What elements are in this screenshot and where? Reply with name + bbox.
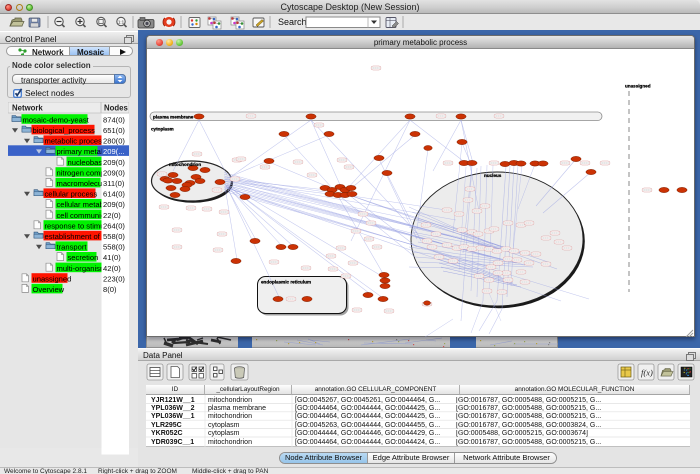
svg-text:cytoplasm: cytoplasm	[151, 127, 174, 132]
svg-text:secretion: secretion	[68, 253, 99, 262]
svg-text:Network: Network	[12, 104, 43, 113]
svg-text:874(0): 874(0)	[103, 115, 125, 124]
svg-text:1:1: 1:1	[118, 19, 125, 24]
svg-text:614(0): 614(0)	[103, 190, 125, 199]
svg-text:endoplasmic reticulum: endoplasmic reticulum	[261, 280, 311, 285]
svg-text:22(0): 22(0)	[103, 211, 121, 220]
svg-text:response to stimulu: response to stimulu	[45, 221, 111, 230]
svg-text:primary metabo: primary metabo	[57, 147, 110, 156]
svg-text:Search:: Search:	[278, 17, 309, 27]
svg-text:209(...: 209(...	[103, 147, 125, 156]
svg-text:unassigned: unassigned	[625, 84, 651, 89]
svg-text:transport: transport	[57, 243, 88, 252]
svg-text:plasma membrane: plasma membrane	[153, 115, 194, 120]
svg-text:209(0): 209(0)	[103, 158, 125, 167]
svg-text:metabolic process: metabolic process	[45, 137, 106, 146]
svg-text:macromolecule: macromolecule	[57, 179, 109, 188]
svg-text:280(0): 280(0)	[103, 137, 125, 146]
svg-text:8(0): 8(0)	[103, 285, 117, 294]
svg-text:311(0): 311(0)	[103, 179, 125, 188]
svg-text:nucleus: nucleus	[484, 173, 502, 178]
svg-text:209(0): 209(0)	[103, 168, 125, 177]
svg-text:mosaic-demo-yeast: mosaic-demo-yeast	[23, 115, 90, 124]
svg-text:209(0): 209(0)	[103, 200, 125, 209]
svg-text:264(0): 264(0)	[103, 221, 125, 230]
svg-text:biological_process: biological_process	[33, 126, 96, 135]
svg-text:Overview: Overview	[33, 285, 65, 294]
svg-text:42(0): 42(0)	[103, 264, 121, 273]
svg-text:Nodes: Nodes	[104, 104, 128, 113]
svg-text:223(0): 223(0)	[103, 274, 125, 283]
svg-text:558(0): 558(0)	[103, 243, 125, 252]
svg-text:41(0): 41(0)	[103, 253, 121, 262]
svg-text:cellular metabo: cellular metabo	[57, 200, 109, 209]
svg-text:558(0): 558(0)	[103, 232, 125, 241]
svg-text:651(0): 651(0)	[103, 126, 125, 135]
svg-text:cellular process: cellular process	[45, 190, 98, 199]
svg-text:unassigned: unassigned	[33, 274, 72, 283]
svg-text:mitochondrion: mitochondrion	[169, 162, 201, 167]
svg-text:establishment of lo: establishment of lo	[45, 232, 108, 241]
svg-text:nitrogen compo: nitrogen compo	[57, 168, 109, 177]
svg-text:f(x): f(x)	[641, 368, 653, 378]
